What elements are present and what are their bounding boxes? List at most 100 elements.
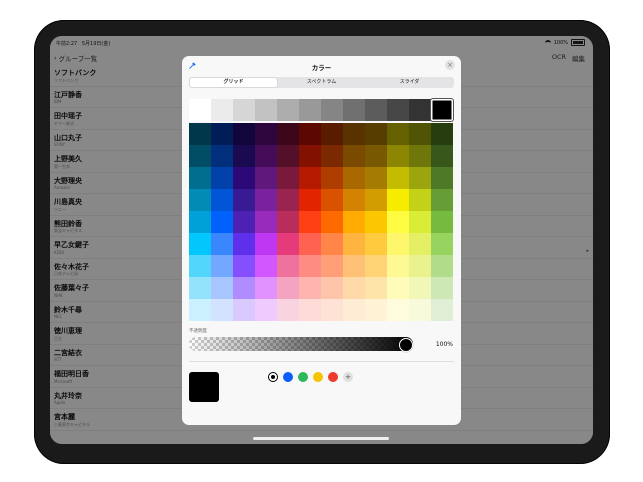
color-swatch[interactable] (431, 277, 453, 299)
color-swatch[interactable] (321, 189, 343, 211)
color-swatch[interactable] (299, 233, 321, 255)
color-swatch[interactable] (255, 233, 277, 255)
color-swatch[interactable] (321, 145, 343, 167)
color-swatch[interactable] (211, 299, 233, 321)
tab-spectrum[interactable]: スペクトラム (278, 78, 365, 87)
color-swatch[interactable] (387, 99, 409, 121)
color-swatch[interactable] (255, 255, 277, 277)
color-swatch[interactable] (365, 189, 387, 211)
color-swatch[interactable] (431, 299, 453, 321)
color-swatch[interactable] (409, 167, 431, 189)
color-swatch[interactable] (299, 189, 321, 211)
color-swatch[interactable] (409, 277, 431, 299)
color-swatch[interactable] (255, 189, 277, 211)
color-swatch[interactable] (387, 211, 409, 233)
color-swatch[interactable] (233, 167, 255, 189)
color-swatch[interactable] (365, 145, 387, 167)
color-swatch[interactable] (277, 189, 299, 211)
color-swatch[interactable] (189, 123, 211, 145)
color-swatch[interactable] (343, 189, 365, 211)
opacity-slider[interactable] (189, 337, 413, 351)
color-swatch[interactable] (211, 211, 233, 233)
color-swatch[interactable] (343, 99, 365, 121)
color-swatch[interactable] (211, 123, 233, 145)
color-swatch[interactable] (277, 145, 299, 167)
color-swatch[interactable] (365, 167, 387, 189)
color-swatch[interactable] (233, 233, 255, 255)
opacity-slider-thumb[interactable] (399, 338, 413, 352)
color-swatch[interactable] (409, 255, 431, 277)
color-swatch[interactable] (255, 145, 277, 167)
color-swatch[interactable] (189, 145, 211, 167)
color-swatch[interactable] (409, 189, 431, 211)
color-swatch[interactable] (233, 277, 255, 299)
color-swatch[interactable] (211, 277, 233, 299)
tab-sliders[interactable]: スライダ (366, 78, 453, 87)
color-swatch[interactable] (343, 123, 365, 145)
color-swatch[interactable] (343, 145, 365, 167)
color-swatch[interactable] (255, 123, 277, 145)
color-swatch[interactable] (321, 167, 343, 189)
color-swatch[interactable] (189, 189, 211, 211)
color-swatch[interactable] (277, 255, 299, 277)
color-swatch[interactable] (233, 99, 255, 121)
color-swatch[interactable] (409, 123, 431, 145)
color-swatch[interactable] (299, 211, 321, 233)
color-swatch[interactable] (211, 99, 233, 121)
color-swatch[interactable] (431, 255, 453, 277)
color-swatch[interactable] (321, 255, 343, 277)
color-swatch[interactable] (431, 99, 453, 121)
favorite-color-swatch[interactable] (313, 372, 323, 382)
color-swatch[interactable] (343, 299, 365, 321)
add-favorite-color-button[interactable]: + (343, 372, 353, 382)
color-swatch[interactable] (299, 123, 321, 145)
color-swatch[interactable] (321, 299, 343, 321)
color-swatch[interactable] (365, 211, 387, 233)
color-swatch[interactable] (365, 255, 387, 277)
color-swatch[interactable] (211, 145, 233, 167)
color-swatch[interactable] (233, 299, 255, 321)
color-swatch[interactable] (277, 211, 299, 233)
color-swatch[interactable] (255, 299, 277, 321)
color-swatch[interactable] (431, 167, 453, 189)
color-swatch[interactable] (365, 99, 387, 121)
color-swatch[interactable] (409, 145, 431, 167)
color-swatch[interactable] (189, 277, 211, 299)
color-swatch[interactable] (409, 299, 431, 321)
color-swatch[interactable] (299, 277, 321, 299)
color-swatch[interactable] (189, 299, 211, 321)
home-indicator[interactable] (253, 437, 389, 440)
color-swatch[interactable] (431, 211, 453, 233)
color-swatch[interactable] (277, 123, 299, 145)
color-swatch[interactable] (387, 123, 409, 145)
favorite-color-swatch[interactable] (283, 372, 293, 382)
color-swatch[interactable] (409, 211, 431, 233)
color-swatch[interactable] (387, 189, 409, 211)
color-swatch[interactable] (255, 167, 277, 189)
color-swatch[interactable] (365, 277, 387, 299)
color-swatch[interactable] (233, 145, 255, 167)
color-swatch[interactable] (277, 233, 299, 255)
color-swatch[interactable] (189, 233, 211, 255)
color-swatch[interactable] (233, 189, 255, 211)
color-swatch[interactable] (189, 211, 211, 233)
color-swatch[interactable] (299, 99, 321, 121)
color-swatch[interactable] (387, 145, 409, 167)
color-swatch[interactable] (321, 211, 343, 233)
color-swatch[interactable] (211, 189, 233, 211)
color-swatch[interactable] (431, 189, 453, 211)
color-swatch[interactable] (343, 167, 365, 189)
color-swatch[interactable] (387, 255, 409, 277)
color-swatch[interactable] (211, 255, 233, 277)
color-swatch[interactable] (321, 123, 343, 145)
close-button[interactable]: × (445, 60, 455, 70)
favorite-color-swatch[interactable] (328, 372, 338, 382)
color-swatch[interactable] (277, 299, 299, 321)
color-swatch[interactable] (277, 167, 299, 189)
color-swatch[interactable] (321, 99, 343, 121)
color-swatch[interactable] (299, 255, 321, 277)
color-swatch[interactable] (409, 99, 431, 121)
color-swatch[interactable] (387, 167, 409, 189)
color-swatch[interactable] (321, 277, 343, 299)
color-swatch[interactable] (321, 233, 343, 255)
